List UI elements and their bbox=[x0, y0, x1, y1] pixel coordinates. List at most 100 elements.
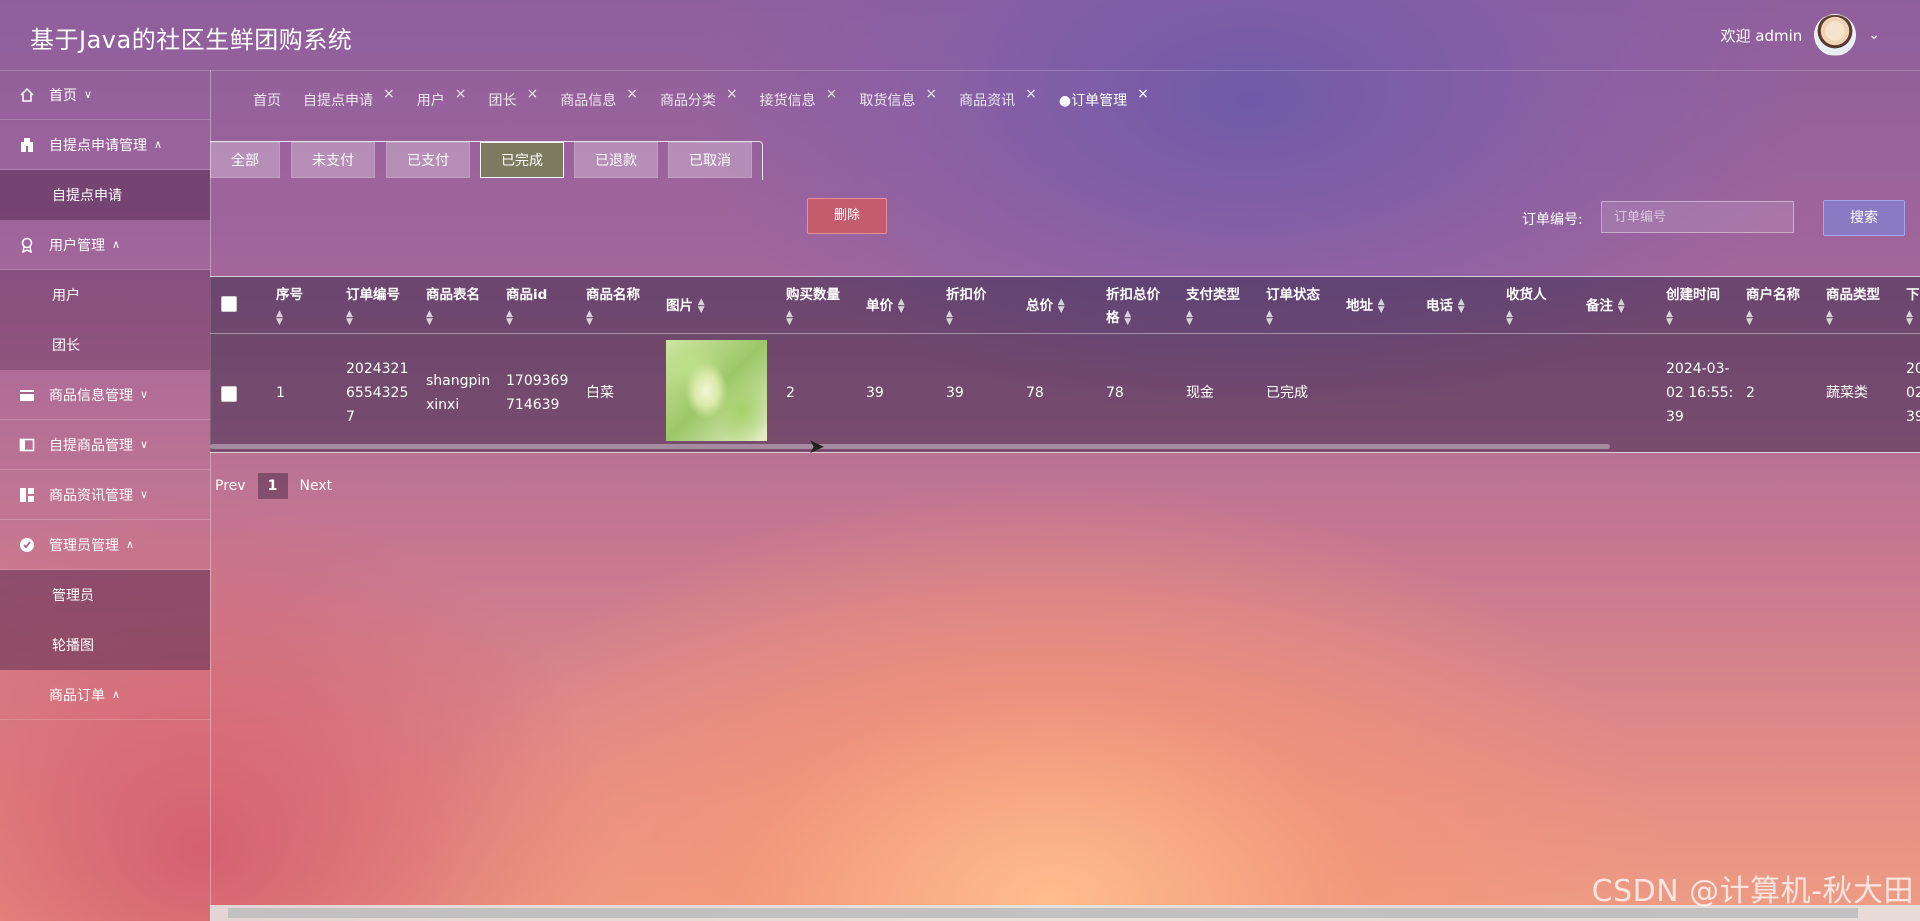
column-header[interactable]: 收货人 ▲ ▼ bbox=[1506, 284, 1547, 330]
column-header[interactable]: 订单编号 ▲ ▼ bbox=[346, 284, 400, 330]
delete-button[interactable]: 删除 bbox=[807, 198, 887, 234]
close-icon[interactable]: × bbox=[925, 86, 937, 102]
sidebar-item-users[interactable]: 用户 bbox=[0, 270, 210, 320]
column-header[interactable]: 创建时间 ▲ ▼ bbox=[1666, 284, 1720, 330]
sort-icon[interactable]: ▲ ▼ bbox=[276, 310, 283, 327]
check-circle-icon bbox=[18, 536, 36, 554]
column-header[interactable]: 图片 ▲ ▼ bbox=[666, 295, 705, 318]
status-filter-all[interactable]: 全部 bbox=[210, 142, 280, 178]
sort-icon[interactable]: ▲ ▼ bbox=[1124, 310, 1131, 327]
sort-icon[interactable]: ▲ ▼ bbox=[506, 310, 513, 327]
sidebar-item-carousel[interactable]: 轮播图 bbox=[0, 620, 210, 670]
tab-goods-category[interactable]: 商品分类 × bbox=[660, 86, 738, 110]
column-header[interactable]: 地址 ▲ ▼ bbox=[1346, 295, 1385, 318]
status-filter-refunded[interactable]: 已退款 bbox=[574, 142, 658, 178]
status-filter-cancelled[interactable]: 已取消 bbox=[668, 142, 752, 178]
search-button[interactable]: 搜索 bbox=[1823, 200, 1905, 236]
next-page-button[interactable]: Next bbox=[300, 478, 333, 494]
column-header[interactable]: 备注 ▲ ▼ bbox=[1586, 295, 1625, 318]
goods-image[interactable] bbox=[666, 340, 767, 441]
tab-pickup-info[interactable]: 取货信息 × bbox=[859, 86, 937, 110]
column-header[interactable]: 折扣总价格 ▲ ▼ bbox=[1106, 284, 1172, 330]
sort-icon[interactable]: ▲ ▼ bbox=[1058, 298, 1065, 315]
column-header[interactable]: 电话 ▲ ▼ bbox=[1426, 295, 1465, 318]
sort-icon[interactable]: ▲ ▼ bbox=[1906, 310, 1913, 327]
column-header[interactable]: 商品表名 ▲ ▼ bbox=[426, 284, 480, 330]
sort-icon[interactable]: ▲ ▼ bbox=[946, 310, 953, 327]
column-header[interactable]: 折扣价 ▲ ▼ bbox=[946, 284, 987, 330]
close-icon[interactable]: × bbox=[826, 86, 838, 102]
sidebar-item-home[interactable]: 首页 ∨ bbox=[0, 70, 210, 120]
sidebar-item-goods-news-mgmt[interactable]: 商品资讯管理 ∨ bbox=[0, 470, 210, 520]
prev-page-button[interactable]: Prev bbox=[215, 478, 246, 494]
tab-home[interactable]: 首页 bbox=[253, 90, 281, 110]
order-no-search-input[interactable] bbox=[1601, 201, 1794, 233]
sidebar-item-admin-mgmt[interactable]: 管理员管理 ∧ bbox=[0, 520, 210, 570]
sort-icon[interactable]: ▲ ▼ bbox=[1826, 310, 1833, 327]
column-header[interactable]: 单价 ▲ ▼ bbox=[866, 295, 905, 318]
sidebar-item-pickup-apply[interactable]: 自提点申请 bbox=[0, 170, 210, 220]
sort-icon[interactable]: ▲ ▼ bbox=[786, 310, 793, 327]
sort-icon[interactable]: ▲ ▼ bbox=[346, 310, 353, 327]
tab-receive-info[interactable]: 接货信息 × bbox=[760, 86, 838, 110]
sort-icon[interactable]: ▲ ▼ bbox=[1746, 310, 1753, 327]
status-filter-unpaid[interactable]: 未支付 bbox=[291, 142, 375, 178]
sort-icon[interactable]: ▲ ▼ bbox=[586, 310, 593, 327]
avatar[interactable] bbox=[1814, 14, 1857, 56]
sort-icon[interactable]: ▲ ▼ bbox=[1506, 310, 1513, 327]
sort-icon[interactable]: ▲ ▼ bbox=[1266, 310, 1273, 327]
column-header[interactable]: 总价 ▲ ▼ bbox=[1026, 295, 1065, 318]
close-icon[interactable]: × bbox=[626, 86, 638, 102]
column-header[interactable]: 商品类型 ▲ ▼ bbox=[1826, 284, 1880, 330]
sidebar-item-goods-orders[interactable]: 商品订单 ∧ bbox=[0, 670, 210, 720]
column-header[interactable]: 序号 ▲ ▼ bbox=[276, 284, 303, 330]
column-label: 图片 bbox=[666, 298, 693, 314]
sort-icon[interactable]: ▲ ▼ bbox=[898, 298, 905, 315]
tab-goods-news[interactable]: 商品资讯 × bbox=[959, 86, 1037, 110]
sort-icon[interactable]: ▲ ▼ bbox=[1666, 310, 1673, 327]
status-filter-paid[interactable]: 已支付 bbox=[386, 142, 470, 178]
close-icon[interactable]: × bbox=[726, 86, 738, 102]
sort-icon[interactable]: ▲ ▼ bbox=[698, 298, 705, 315]
select-all-checkbox[interactable] bbox=[221, 296, 237, 312]
cell-total: 78 bbox=[1026, 385, 1044, 401]
cell-line: 02 bbox=[1906, 385, 1920, 401]
sort-icon[interactable]: ▲ ▼ bbox=[1458, 298, 1465, 315]
page-number[interactable]: 1 bbox=[257, 473, 288, 499]
chevron-down-icon[interactable]: ⌄ bbox=[1868, 27, 1880, 43]
close-icon[interactable]: × bbox=[383, 86, 395, 102]
user-menu[interactable]: 欢迎 admin ⌄ bbox=[1720, 14, 1880, 56]
status-filter-completed[interactable]: 已完成 bbox=[480, 142, 564, 178]
tab-order-mgmt[interactable]: ●订单管理 × bbox=[1059, 86, 1149, 110]
orders-table: 序号 ▲ ▼ 订单编号 ▲ ▼ 商品表名 ▲ ▼ 商品id ▲ ▼ 商品名称 ▲ ▼ 图片 ▲ ▼ 购… bbox=[210, 276, 1920, 453]
column-header[interactable]: 支付类型 ▲ ▼ bbox=[1186, 284, 1240, 330]
close-icon[interactable]: × bbox=[455, 86, 467, 102]
tab-leaders[interactable]: 团长 × bbox=[488, 86, 538, 110]
column-header[interactable]: 订单状态 ▲ ▼ bbox=[1266, 284, 1320, 330]
close-icon[interactable]: × bbox=[1025, 86, 1037, 102]
row-checkbox[interactable] bbox=[221, 386, 237, 402]
sort-icon[interactable]: ▲ ▼ bbox=[1618, 298, 1625, 315]
sidebar-item-user-mgmt[interactable]: 用户管理 ∧ bbox=[0, 220, 210, 270]
tab-users[interactable]: 用户 × bbox=[417, 86, 467, 110]
sidebar-item-pickup-apply-mgmt[interactable]: 自提点申请管理 ∧ bbox=[0, 120, 210, 170]
sidebar-item-label: 用户管理 bbox=[49, 237, 105, 254]
tab-goods-info[interactable]: 商品信息 × bbox=[560, 86, 638, 110]
cell-pay-type: 现金 bbox=[1186, 385, 1214, 401]
tab-pickup-apply[interactable]: 自提点申请 × bbox=[303, 86, 395, 110]
table-horizontal-scrollbar[interactable] bbox=[210, 444, 1610, 449]
sidebar-item-pickup-goods-mgmt[interactable]: 自提商品管理 ∨ bbox=[0, 420, 210, 470]
column-header[interactable]: 下 ▲ ▼ bbox=[1906, 284, 1920, 330]
sort-icon[interactable]: ▲ ▼ bbox=[1186, 310, 1193, 327]
column-header[interactable]: 商品名称 ▲ ▼ bbox=[586, 284, 640, 330]
column-header[interactable]: 商品id ▲ ▼ bbox=[506, 284, 547, 330]
sort-icon[interactable]: ▲ ▼ bbox=[1378, 298, 1385, 315]
sort-icon[interactable]: ▲ ▼ bbox=[426, 310, 433, 327]
close-icon[interactable]: × bbox=[1137, 86, 1149, 102]
column-header[interactable]: 商户名称 ▲ ▼ bbox=[1746, 284, 1800, 330]
close-icon[interactable]: × bbox=[526, 86, 538, 102]
sidebar-item-leaders[interactable]: 团长 bbox=[0, 320, 210, 370]
column-header[interactable]: 购买数量 ▲ ▼ bbox=[786, 284, 840, 330]
sidebar-item-admins[interactable]: 管理员 bbox=[0, 570, 210, 620]
sidebar-item-goods-info-mgmt[interactable]: 商品信息管理 ∨ bbox=[0, 370, 210, 420]
